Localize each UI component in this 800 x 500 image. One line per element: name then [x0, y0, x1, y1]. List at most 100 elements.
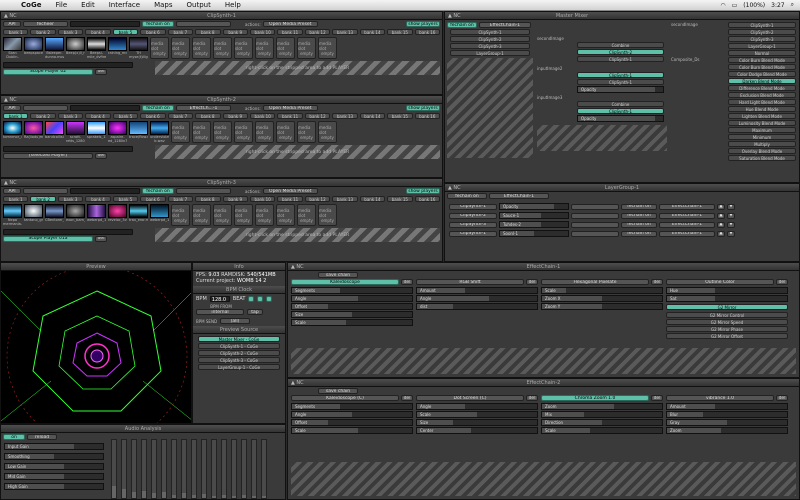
effect-drop-area[interactable] [291, 462, 796, 496]
name-field[interactable] [70, 188, 140, 194]
blend-mode-item[interactable]: Difference Blend Mode [728, 85, 796, 91]
effect-option[interactable]: G2 Mirror Speed [666, 319, 788, 325]
clip-slot[interactable]: underviolet-b.wav [150, 121, 169, 143]
bank-tab[interactable]: bank 4 [85, 29, 111, 35]
bank-tab[interactable]: bank 7 [167, 113, 194, 119]
layer-effect[interactable]: EffectChain-1 [659, 221, 715, 228]
effect-drop-area[interactable] [291, 348, 796, 374]
blend-mode-item[interactable]: Hard Light Blend Mode [728, 99, 796, 105]
bank-tab[interactable]: bank 2 [30, 29, 56, 35]
bank-tab[interactable]: bank 8 [195, 29, 221, 35]
delete-effect-button[interactable]: del [401, 395, 413, 401]
add-player-area[interactable]: right-click on the stripped area to add … [155, 61, 440, 75]
graph-drop-area[interactable] [537, 125, 667, 151]
layer-up-icon[interactable]: ▲ [717, 203, 725, 210]
api-button[interactable]: API [3, 21, 21, 27]
clip-slot[interactable]: weberpd_1280x72... [150, 204, 169, 226]
blend-mode-item[interactable]: Normal [728, 50, 796, 56]
blend-mode-item[interactable]: Color Dodge Blend Mode [728, 71, 796, 77]
effect-param-slider[interactable]: Direction [541, 419, 663, 426]
delete-effect-button[interactable]: del [776, 279, 788, 285]
effect-option[interactable]: G2 Mirror Control [666, 312, 788, 318]
effect-chain-dropdown[interactable]: EffectChain-1 [489, 193, 549, 199]
fechain-toggle[interactable]: fechain on [142, 188, 174, 194]
media-slot-empty[interactable]: media slot empty [192, 204, 211, 226]
effect-name[interactable]: Hexagonal Pixelate [541, 279, 649, 285]
bpm-from-dropdown[interactable]: internal [196, 309, 244, 315]
media-slot-empty[interactable]: media slot empty [213, 121, 232, 143]
effect-param-slider[interactable]: dist [416, 303, 538, 310]
clipsynth-1-titlebar[interactable]: ▲ NC ClipSynth-1 [1, 12, 442, 20]
layer-source[interactable]: ClipSynth-2 [449, 212, 497, 219]
blend-mode-item[interactable]: Color Burn Blend Mode [728, 57, 796, 63]
bank-tab-active[interactable]: bank 2 [30, 196, 56, 202]
bank-tab[interactable]: bank 9 [222, 29, 248, 35]
menu-app[interactable]: CoGe [14, 1, 48, 9]
type-dropdown[interactable] [23, 105, 68, 111]
layer-down-icon[interactable]: ▼ [727, 203, 735, 210]
layer-down-icon[interactable]: ▼ [727, 230, 735, 237]
effect-param-slider[interactable]: Blur [666, 411, 788, 418]
input-source[interactable]: ClipSynth-1 [450, 29, 530, 35]
bank-tab-active[interactable]: bank 5 [112, 29, 139, 35]
media-slot-empty[interactable]: media slot empty [276, 204, 295, 226]
layer-effect[interactable]: EffectChain-1 [659, 212, 715, 219]
effect-param-slider[interactable]: Gray [666, 419, 788, 426]
effect-param-slider[interactable]: Hue [666, 287, 788, 294]
bank-tab[interactable]: bank 10 [249, 29, 276, 35]
clipsynth-3-titlebar[interactable]: ▲ NC ClipSynth-3 [1, 179, 442, 187]
preview-source-item[interactable]: LayerGroup-1 - CoGe [198, 364, 280, 370]
bank-tab[interactable]: bank 12 [304, 196, 331, 202]
high-gain-slider[interactable]: High Gain [4, 483, 104, 490]
preview-source-item-selected[interactable]: Master Mixer - CoGe [198, 336, 280, 342]
media-slot-empty[interactable]: media slot empty [255, 204, 274, 226]
layer-source[interactable]: ClipSynth-1 [449, 230, 497, 237]
effect-param-slider[interactable]: Segments [291, 403, 413, 410]
preview-source-item[interactable]: ClipSynth-1 - CoGe [198, 343, 280, 349]
opacity-slider[interactable]: Opacity [577, 86, 664, 93]
effect-param-slider[interactable]: Segments [291, 287, 413, 294]
input-gain-slider[interactable]: Input Gain [4, 443, 104, 450]
bank-tab[interactable]: bank 3 [57, 29, 84, 35]
bank-tab[interactable]: bank 9 [222, 113, 248, 119]
bank-tab[interactable]: bank 10 [249, 196, 276, 202]
audio-reload-button[interactable]: reload [27, 434, 57, 440]
clock-time[interactable]: 3:27 [771, 2, 784, 9]
bank-tab[interactable]: bank 14 [359, 29, 386, 35]
media-slot-empty[interactable]: media slot empty [297, 204, 316, 226]
menu-output[interactable]: Output [180, 1, 218, 9]
layer-fechain[interactable]: fechain on [621, 212, 657, 219]
media-slot-empty[interactable]: media slot empty [318, 121, 337, 143]
name-field[interactable] [70, 21, 140, 27]
bpm-value[interactable]: 128.0 [209, 296, 230, 303]
layer-effect[interactable]: EffectChain-1 [659, 230, 715, 237]
effect-chain-dropdown[interactable]: EffectCh...-1 [176, 105, 231, 111]
effect-name[interactable]: vibrance 1.0 [666, 395, 774, 401]
fechain-toggle[interactable]: fechain on [447, 193, 487, 199]
bank-tab[interactable]: bank 6 [140, 196, 166, 202]
clip-slot[interactable]: Beepsi-mile_dvfire.mov [87, 37, 106, 59]
bank-tab[interactable]: bank 5 [112, 196, 139, 202]
bank-tab[interactable]: bank 6 [140, 29, 166, 35]
bank-tab[interactable]: bank 7 [167, 196, 194, 202]
bank-tab[interactable]: bank 1 [3, 196, 29, 202]
layer-down-icon[interactable]: ▼ [727, 212, 735, 219]
media-slot-empty[interactable]: media slot empty [255, 121, 274, 143]
type-dropdown[interactable] [23, 188, 68, 194]
composite-tile[interactable]: Combine [577, 42, 664, 48]
menu-interface[interactable]: Interface [102, 1, 147, 9]
layer-opacity-slider[interactable]: Soonl-1 [499, 230, 569, 237]
bank-tab[interactable]: bank 9 [222, 196, 248, 202]
effect-param-slider[interactable]: Angle [291, 295, 413, 302]
clip-slot[interactable]: bandcollision.mov [45, 121, 64, 143]
effect-name[interactable]: Dot Screen (C) [416, 395, 524, 401]
bank-tab[interactable]: bank 15 [387, 113, 413, 119]
preview-source-item[interactable]: ClipSynth-3 - CoGe [198, 357, 280, 363]
layer-fechain[interactable]: fechain on [621, 203, 657, 210]
bank-tab[interactable]: bank 16 [414, 196, 440, 202]
effect-param-slider[interactable]: Offset [291, 419, 413, 426]
media-slot-empty[interactable]: media slot empty [171, 204, 190, 226]
tap-button[interactable]: tap [247, 309, 263, 315]
bank-tab[interactable]: bank 13 [332, 196, 358, 202]
bpm-titlebar[interactable]: BPM Clock [193, 286, 285, 294]
